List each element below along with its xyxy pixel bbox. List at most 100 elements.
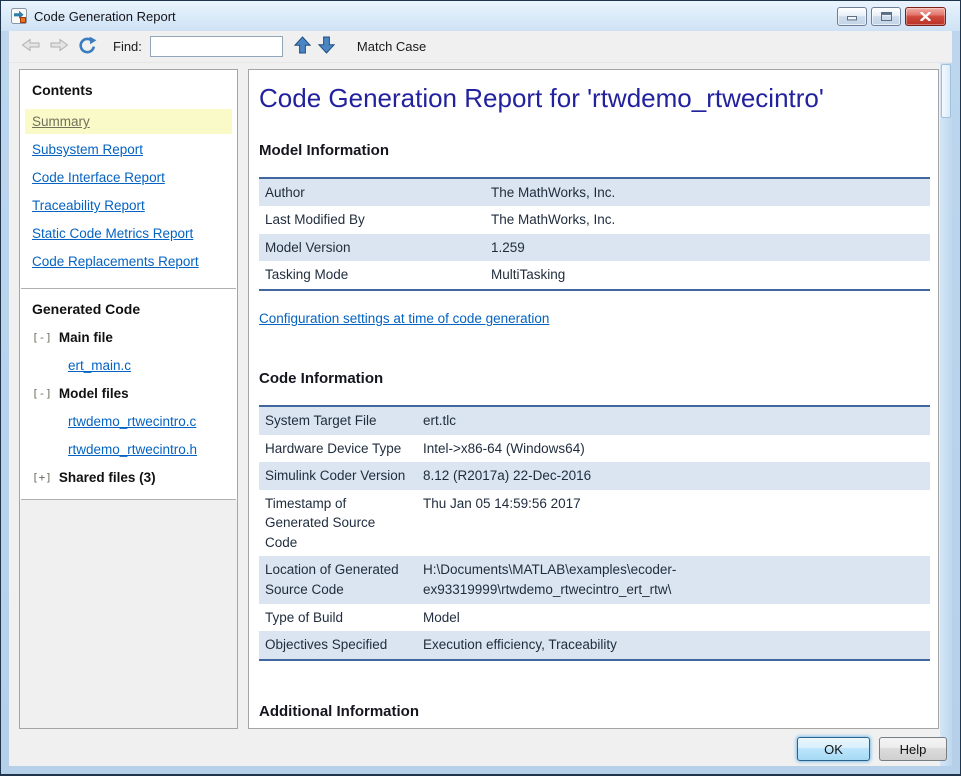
main-area: Contents Summary Subsystem Report Code Int… (9, 63, 952, 766)
back-button[interactable] (19, 35, 43, 59)
table-row: System Target Fileert.tlc (259, 406, 930, 435)
file-link-rtwdemo-rtwecintro-c[interactable]: rtwdemo_rtwecintro.c (68, 414, 196, 429)
row-label: Hardware Device Type (259, 435, 417, 463)
table-row: Timestamp of Generated Source CodeThu Ja… (259, 490, 930, 557)
sidebar-item-traceability-report[interactable]: Traceability Report (25, 193, 232, 218)
row-value: The MathWorks, Inc. (485, 206, 930, 234)
help-button[interactable]: Help (879, 737, 947, 761)
back-icon (21, 37, 41, 56)
row-label: Tasking Mode (259, 261, 485, 290)
table-row: Location of Generated Source CodeH:\Docu… (259, 556, 930, 603)
row-value: H:\Documents\MATLAB\examples\ecoder-ex93… (417, 556, 930, 603)
contents-list: Summary Subsystem Report Code Interface Re… (25, 106, 232, 274)
sidebar-item-static-code-metrics-report[interactable]: Static Code Metrics Report (25, 221, 232, 246)
sidebar-item-summary[interactable]: Summary (25, 109, 232, 134)
table-row: Objectives SpecifiedExecution efficiency… (259, 631, 930, 660)
maximize-button[interactable] (871, 7, 901, 26)
find-toolbar: Find: Match Case (9, 31, 952, 63)
tree-group: [+] Shared files (3) (32, 470, 225, 485)
row-label: Objectives Specified (259, 631, 417, 660)
sidebar-item-subsystem-report[interactable]: Subsystem Report (25, 137, 232, 162)
contents-heading: Contents (32, 82, 225, 98)
report-sections: Model Information AuthorThe MathWorks, In… (259, 142, 930, 729)
table-row: Type of BuildModel (259, 604, 930, 632)
table-row: Hardware Device TypeIntel->x86-64 (Windo… (259, 435, 930, 463)
close-button[interactable] (905, 7, 946, 26)
row-value: Execution efficiency, Traceability (417, 631, 930, 660)
row-label: Last Modified By (259, 206, 485, 234)
tree-group-header: [-] Model files (32, 386, 225, 401)
row-value: MultiTasking (485, 261, 930, 290)
report-title: Code Generation Report for 'rtwdemo_rtwe… (259, 82, 930, 116)
minimize-button[interactable] (837, 7, 867, 26)
generated-code-section: Generated Code [-]Main fileert_main.c[-]… (20, 289, 237, 499)
tree-group-label: Model files (59, 386, 129, 401)
tree-group: [-] Model files rtwdemo_rtwecintro.crtwdem… (32, 386, 225, 457)
table-row: Simulink Coder Version8.12 (R2017a) 22-D… (259, 462, 930, 490)
table-row: Last Modified ByThe MathWorks, Inc. (259, 206, 930, 234)
section-heading-model-info: Model Information (259, 142, 930, 159)
contents-section: Contents Summary Subsystem Report Code Int… (20, 70, 237, 288)
file-link-ert-main-c[interactable]: ert_main.c (68, 358, 131, 373)
tree-group-header: [-] Main file (32, 330, 225, 345)
tree-group-label: Main file (59, 330, 113, 345)
refresh-icon (77, 36, 97, 58)
configuration-settings-link[interactable]: Configuration settings at time of code g… (259, 311, 549, 326)
maximize-icon (881, 9, 892, 24)
section-heading-code-info: Code Information (259, 370, 930, 387)
forward-button[interactable] (47, 35, 71, 59)
arrow-up-icon (294, 36, 311, 57)
tree-group: [-] Main file ert_main.c (32, 330, 225, 373)
row-value: Thu Jan 05 14:59:56 2017 (417, 490, 930, 557)
simulink-report-icon (11, 8, 27, 24)
vertical-scrollbar[interactable] (940, 63, 952, 766)
report-content: Code Generation Report for 'rtwdemo_rtwe… (248, 69, 939, 729)
sidebar-item-code-interface-report[interactable]: Code Interface Report (25, 165, 232, 190)
expand-toggle-icon[interactable]: [+] (32, 471, 52, 484)
ok-button[interactable]: OK (797, 737, 870, 761)
code-info-table: System Target Fileert.tlcHardware Device… (259, 405, 930, 661)
window-title: Code Generation Report (34, 9, 837, 24)
match-case-toggle[interactable]: Match Case (357, 39, 426, 54)
window-controls (837, 7, 946, 26)
generated-code-tree: [-] Main file ert_main.c [-] Model files rtwd… (32, 330, 225, 485)
tree-group-header: [+] Shared files (3) (32, 470, 225, 485)
collapse-toggle-icon[interactable]: [-] (32, 387, 52, 400)
scrollbar-thumb[interactable] (941, 64, 951, 118)
collapse-toggle-icon[interactable]: [-] (32, 331, 52, 344)
row-label: Type of Build (259, 604, 417, 632)
refresh-button[interactable] (75, 35, 99, 59)
row-label: Author (259, 178, 485, 207)
code-generation-report-window: Code Generation Report (0, 0, 961, 776)
row-value: The MathWorks, Inc. (485, 178, 930, 207)
footer: OK Help (797, 737, 947, 761)
file-link-rtwdemo-rtwecintro-h[interactable]: rtwdemo_rtwecintro.h (68, 442, 197, 457)
row-label: System Target File (259, 406, 417, 435)
sidebar-item-code-replacements-report[interactable]: Code Replacements Report (25, 249, 232, 274)
row-label: Location of Generated Source Code (259, 556, 417, 603)
generated-code-heading: Generated Code (32, 301, 225, 317)
row-value: Intel->x86-64 (Windows64) (417, 435, 930, 463)
sidebar: Contents Summary Subsystem Report Code Int… (19, 69, 238, 729)
find-input[interactable] (150, 36, 283, 57)
arrow-down-icon (318, 36, 335, 57)
row-value: 1.259 (485, 234, 930, 262)
forward-icon (49, 37, 69, 56)
table-row: AuthorThe MathWorks, Inc. (259, 178, 930, 207)
table-row: Model Version1.259 (259, 234, 930, 262)
sidebar-filler (20, 500, 237, 728)
model-info-table: AuthorThe MathWorks, Inc.Last Modified B… (259, 177, 930, 291)
table-row: Tasking ModeMultiTasking (259, 261, 930, 290)
titlebar: Code Generation Report (1, 1, 960, 31)
row-label: Simulink Coder Version (259, 462, 417, 490)
section-heading-additional-info: Additional Information (259, 703, 930, 720)
row-label: Model Version (259, 234, 485, 262)
row-value: Model (417, 604, 930, 632)
row-value: ert.tlc (417, 406, 930, 435)
tree-group-label: Shared files (3) (59, 470, 156, 485)
find-label: Find: (113, 39, 142, 54)
row-value: 8.12 (R2017a) 22-Dec-2016 (417, 462, 930, 490)
minimize-icon (847, 9, 857, 24)
find-next-button[interactable] (315, 35, 339, 59)
find-previous-button[interactable] (291, 35, 315, 59)
